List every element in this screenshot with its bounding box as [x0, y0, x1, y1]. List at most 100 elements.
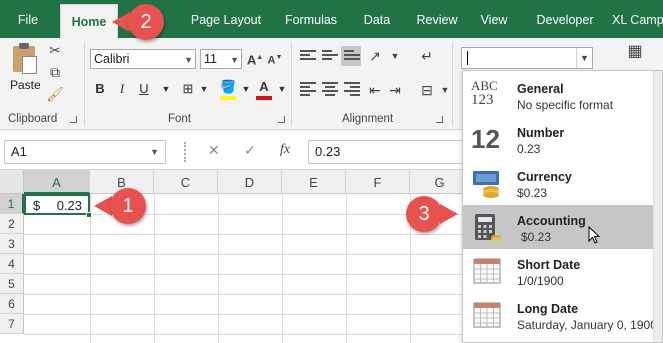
ribbon-tab-bar: File Home Page Layout Formulas Data Revi…: [0, 0, 663, 38]
fill-dropdown-icon[interactable]: ▼: [238, 80, 254, 98]
column-header-a[interactable]: A: [24, 170, 90, 194]
insert-function-fx-icon[interactable]: fx: [280, 142, 290, 158]
format-painter-brush-icon[interactable]: 🖌: [46, 86, 64, 102]
font-size-box[interactable]: 11 ▼: [200, 49, 242, 69]
font-name-value: Calibri: [94, 52, 130, 66]
fill-color-bucket-icon[interactable]: 🪣: [220, 78, 236, 96]
cell-a1[interactable]: $ 0.23: [24, 194, 90, 215]
accounting-calculator-icon: [471, 211, 503, 243]
chevron-down-icon: ▼: [184, 55, 193, 65]
tab-review[interactable]: Review: [410, 0, 464, 38]
menu-item-short-date[interactable]: Short Date 1/0/1900: [463, 249, 655, 293]
borders-dropdown-icon[interactable]: ▼: [196, 80, 212, 98]
abc-123-icon: ABC 123: [471, 79, 503, 111]
tab-file[interactable]: File: [6, 0, 50, 38]
name-box-value: A1: [11, 144, 27, 159]
italic-button[interactable]: I: [114, 80, 130, 98]
number-12-icon: 12: [471, 124, 500, 154]
menu-item-title: General: [517, 82, 564, 96]
merge-center-icon[interactable]: ⊟: [418, 82, 436, 98]
font-color-dropdown-icon[interactable]: ▼: [274, 80, 290, 98]
font-size-value: 11: [204, 52, 217, 66]
tab-developer[interactable]: Developer: [526, 0, 604, 38]
align-right-icon[interactable]: [344, 82, 360, 96]
column-header-c[interactable]: C: [154, 170, 218, 194]
menu-item-currency[interactable]: Currency $0.23: [463, 161, 655, 205]
menu-item-title: Currency: [517, 170, 572, 184]
worksheet-grid: A B C D E F G 1 2 3 4 5 6 7 $ 0.23: [0, 170, 470, 343]
menu-item-long-date[interactable]: Long Date Saturday, January 0, 1900: [463, 293, 657, 337]
font-launcher-icon[interactable]: [278, 116, 285, 123]
menu-item-preview: No specific format: [517, 98, 614, 112]
borders-icon[interactable]: ⊞: [180, 80, 196, 98]
conditional-formatting-icon[interactable]: ▦: [626, 44, 644, 60]
bold-button[interactable]: B: [92, 80, 108, 98]
select-all-corner[interactable]: [0, 170, 24, 194]
wrap-text-icon[interactable]: ↵: [418, 48, 436, 64]
menu-item-preview: $0.23: [517, 186, 548, 200]
menu-item-general[interactable]: ABC 123 General No specific format: [463, 73, 655, 117]
tab-page-layout[interactable]: Page Layout: [186, 0, 266, 38]
row-header-5[interactable]: 5: [0, 274, 24, 294]
font-name-box[interactable]: Calibri ▼: [90, 49, 196, 69]
menu-item-number[interactable]: 12 Number 0.23: [463, 117, 655, 161]
row-header-4[interactable]: 4: [0, 254, 24, 274]
group-divider: [452, 42, 453, 126]
tab-xl-camp[interactable]: XL Camp: [612, 0, 663, 38]
decrease-indent-icon[interactable]: ⇤: [366, 82, 384, 98]
abc-icon-text: ABC: [471, 78, 498, 93]
clipboard-launcher-icon[interactable]: [70, 116, 77, 123]
name-box[interactable]: A1 ▼: [4, 140, 166, 164]
align-left-icon[interactable]: [300, 82, 316, 96]
row-header-1[interactable]: 1: [0, 194, 24, 214]
tab-view[interactable]: View: [472, 0, 516, 38]
cancel-icon[interactable]: ✕: [208, 142, 220, 159]
menu-item-title: Long Date: [517, 302, 579, 316]
number-format-menu: ABC 123 General No specific format 12 Nu…: [462, 70, 663, 343]
bottom-align-icon[interactable]: [344, 50, 360, 64]
increase-font-icon[interactable]: A▲: [246, 50, 264, 67]
row-header-6[interactable]: 6: [0, 294, 24, 314]
fill-handle[interactable]: [86, 212, 92, 218]
text-caret: [467, 51, 468, 65]
paste-label: Paste: [10, 78, 41, 92]
resize-grip[interactable]: [184, 142, 187, 162]
column-header-d[interactable]: D: [218, 170, 282, 194]
calendar-icon: [471, 299, 503, 331]
number-format-select[interactable]: ▼: [461, 47, 593, 69]
alignment-launcher-icon[interactable]: [436, 116, 443, 123]
top-align-icon[interactable]: [300, 50, 316, 64]
copy-icon[interactable]: ⧉: [46, 64, 64, 80]
font-color-button[interactable]: A: [256, 78, 272, 96]
column-header-f[interactable]: F: [346, 170, 410, 194]
row-header-3[interactable]: 3: [0, 234, 24, 254]
middle-align-icon[interactable]: [322, 50, 338, 64]
row-header-2[interactable]: 2: [0, 214, 24, 234]
callout-3: 3: [406, 196, 442, 232]
cell-a1-value: 0.23: [56, 198, 82, 213]
column-header-e[interactable]: E: [282, 170, 346, 194]
tab-formulas[interactable]: Formulas: [278, 0, 344, 38]
menu-item-accounting[interactable]: Accounting $0.23: [463, 205, 655, 249]
column-header-g[interactable]: G: [410, 170, 470, 194]
tab-home[interactable]: Home: [60, 4, 118, 38]
formula-input[interactable]: 0.23: [308, 140, 468, 164]
align-center-icon[interactable]: [322, 82, 338, 96]
menu-item-title: Accounting: [517, 214, 586, 228]
menu-item-preview: 1/0/1900: [517, 274, 564, 288]
orientation-icon[interactable]: ↗: [366, 48, 384, 64]
callout-2: 2: [128, 4, 164, 40]
chevron-down-icon[interactable]: ▼: [576, 48, 592, 68]
underline-button[interactable]: U: [136, 80, 152, 98]
menu-scrollbar[interactable]: [653, 71, 662, 342]
enter-check-icon[interactable]: ✓: [244, 142, 256, 159]
chevron-down-icon[interactable]: ▼: [150, 141, 159, 163]
row-header-7[interactable]: 7: [0, 314, 24, 334]
increase-indent-icon[interactable]: ⇥: [386, 82, 404, 98]
decrease-font-icon[interactable]: A▼: [266, 50, 284, 67]
underline-dropdown-icon[interactable]: ▼: [158, 80, 174, 98]
tab-data[interactable]: Data: [354, 0, 400, 38]
clipboard-group-label: Clipboard: [8, 113, 58, 125]
cut-scissors-icon[interactable]: ✂: [46, 42, 64, 58]
orientation-dropdown-icon[interactable]: ▼: [386, 48, 404, 64]
